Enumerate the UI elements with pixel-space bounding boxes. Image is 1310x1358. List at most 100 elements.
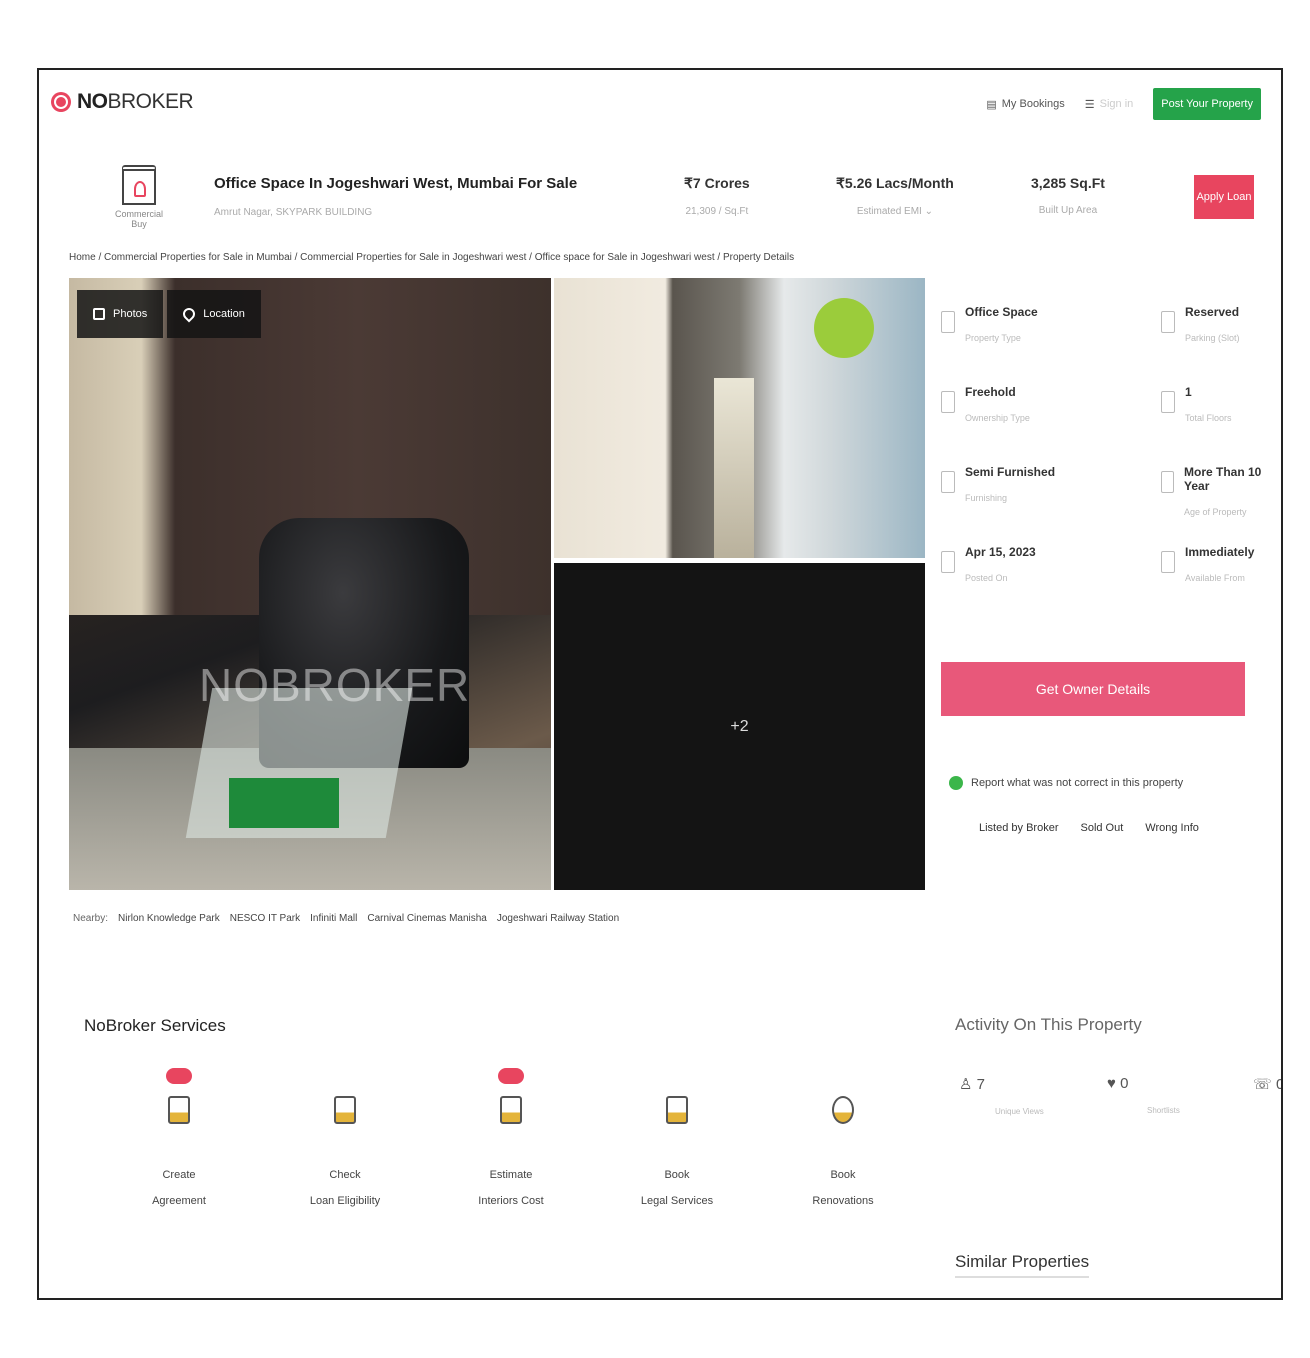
- activity-contacted: ☏ 0: [1253, 1075, 1281, 1093]
- bookings-icon: ▤: [986, 98, 997, 111]
- nearby-place[interactable]: NESCO IT Park: [230, 913, 300, 924]
- service-label-line1: Create: [162, 1169, 196, 1181]
- category-label: Commercial Buy: [114, 209, 163, 229]
- sign-in-link[interactable]: ☰ Sign in: [1085, 98, 1134, 111]
- detail-label: Total Floors: [1185, 413, 1232, 423]
- photos-button[interactable]: Photos: [77, 290, 164, 338]
- logo-icon: [51, 92, 71, 112]
- breadcrumb[interactable]: Home / Commercial Properties for Sale in…: [69, 252, 794, 263]
- location-button-label: Location: [203, 308, 245, 320]
- nearby-label: Nearby:: [73, 913, 109, 924]
- nobroker-logo[interactable]: NOBROKER: [51, 90, 194, 114]
- service-label-line2: Loan Eligibility: [309, 1195, 381, 1207]
- service-label-line2: Agreement: [152, 1195, 206, 1207]
- nearby-places: Nearby: Nirlon Knowledge Park NESCO IT P…: [73, 913, 619, 924]
- agreement-icon: [168, 1096, 190, 1124]
- service-label-line1: Book: [830, 1169, 856, 1181]
- activity-title: Activity On This Property: [955, 1015, 1142, 1034]
- gallery-buttons: Photos Location: [77, 290, 261, 338]
- detail-age: More Than 10 Year Age of Property: [1161, 465, 1281, 517]
- property-subtitle: Amrut Nagar, SKYPARK BUILDING: [214, 207, 373, 218]
- building-icon: [941, 311, 955, 333]
- service-create-agreement[interactable]: Create Agreement: [119, 1068, 239, 1214]
- apply-loan-button[interactable]: Apply Loan: [1194, 175, 1254, 219]
- price-value: ₹7 Crores: [684, 175, 750, 191]
- detail-value: Reserved: [1185, 305, 1240, 319]
- area-value: 3,285 Sq.Ft: [1031, 175, 1105, 191]
- my-bookings-link[interactable]: ▤ My Bookings: [986, 98, 1064, 111]
- report-link[interactable]: Report what was not correct in this prop…: [949, 776, 1183, 790]
- detail-label: Ownership Type: [965, 413, 1030, 423]
- logo-text-part2: BROKER: [107, 90, 194, 113]
- calendar-icon: [1161, 471, 1174, 493]
- emi-stat[interactable]: ₹5.26 Lacs/Month Estimated EMI ⌄: [836, 175, 954, 217]
- person-icon: ♙: [959, 1076, 973, 1093]
- renovation-icon: [832, 1096, 854, 1124]
- logo-text-part1: NO: [77, 90, 108, 113]
- price-label: 21,309 / Sq.Ft: [685, 206, 749, 217]
- report-option-wrong-info[interactable]: Wrong Info: [1145, 822, 1199, 834]
- detail-label: Posted On: [965, 573, 1008, 583]
- service-renovations[interactable]: Book Renovations: [783, 1068, 903, 1214]
- more-photos-tile[interactable]: +2: [554, 563, 925, 890]
- service-label-line2: Interiors Cost: [478, 1195, 544, 1207]
- area-stat: 3,285 Sq.Ft Built Up Area: [1031, 175, 1105, 216]
- nearby-place[interactable]: Nirlon Knowledge Park: [118, 913, 220, 924]
- report-options: Listed by Broker Sold Out Wrong Info: [979, 822, 1199, 834]
- nearby-place[interactable]: Infiniti Mall: [310, 913, 357, 924]
- service-label-line2: Renovations: [812, 1195, 874, 1207]
- service-check-loan[interactable]: Check Loan Eligibility: [285, 1068, 405, 1214]
- detail-value: Immediately: [1185, 545, 1255, 559]
- activity-stats: ♙ 7 Unique Views ♥ 0 Shortlists ☏ 0: [955, 1075, 1281, 1135]
- location-button[interactable]: Location: [167, 290, 261, 338]
- contact-icon: ☏: [1253, 1076, 1272, 1093]
- more-photos-count: +2: [730, 717, 749, 735]
- nearby-place[interactable]: Carnival Cinemas Manisha: [367, 913, 487, 924]
- get-owner-details-button[interactable]: Get Owner Details: [941, 662, 1245, 716]
- heart-icon: ♥: [1107, 1075, 1116, 1092]
- emi-label: Estimated EMI ⌄: [856, 206, 933, 217]
- detail-available-from: Immediately Available From: [1161, 545, 1254, 583]
- service-legal[interactable]: Book Legal Services: [617, 1068, 737, 1214]
- location-pin-icon: [180, 305, 198, 323]
- detail-value: Semi Furnished: [965, 465, 1056, 479]
- detail-label: Parking (Slot): [1185, 333, 1240, 343]
- activity-shortlists: ♥ 0 Shortlists: [1107, 1075, 1180, 1115]
- detail-label: Furnishing: [965, 493, 1008, 503]
- stairs-icon: [1161, 391, 1175, 413]
- detail-value: More Than 10 Year: [1184, 465, 1262, 493]
- new-badge-icon: [166, 1068, 192, 1084]
- report-option-sold-out[interactable]: Sold Out: [1080, 822, 1123, 834]
- detail-label: Property Type: [965, 333, 1021, 343]
- area-label: Built Up Area: [1038, 205, 1098, 216]
- key-icon: [941, 391, 955, 413]
- commercial-shop-icon: [122, 165, 156, 205]
- service-label-line1: Book: [664, 1169, 690, 1181]
- post-property-button[interactable]: Post Your Property: [1153, 88, 1261, 120]
- nearby-place[interactable]: Jogeshwari Railway Station: [497, 913, 619, 924]
- top-nav: ▤ My Bookings ☰ Sign in Post Your Proper…: [986, 88, 1261, 120]
- emi-value: ₹5.26 Lacs/Month: [836, 175, 954, 191]
- my-bookings-label: My Bookings: [1001, 98, 1065, 110]
- detail-ownership: Freehold Ownership Type: [941, 385, 1030, 423]
- detail-value: Freehold: [965, 385, 1016, 399]
- activity-views: ♙ 7 Unique Views: [959, 1075, 1044, 1116]
- service-estimate-interiors[interactable]: Estimate Interiors Cost: [451, 1068, 571, 1214]
- page-frame: NOBROKER ▤ My Bookings ☰ Sign in Post Yo…: [37, 68, 1283, 1300]
- sign-in-label: Sign in: [1099, 98, 1134, 110]
- service-label-line1: Check: [329, 1169, 361, 1181]
- main-photo[interactable]: NOBROKER Photos Location: [69, 278, 551, 890]
- detail-label: Available From: [1185, 573, 1245, 583]
- detail-posted-on: Apr 15, 2023 Posted On: [941, 545, 1036, 583]
- similar-properties-title: Similar Properties: [955, 1252, 1090, 1278]
- parking-icon: [1161, 311, 1175, 333]
- secondary-photo[interactable]: [554, 278, 925, 558]
- activity-label: Shortlists: [1147, 1106, 1180, 1115]
- detail-value: Office Space: [965, 305, 1038, 319]
- activity-label: Unique Views: [995, 1107, 1044, 1116]
- report-icon: [949, 776, 963, 790]
- menu-icon: ☰: [1084, 98, 1095, 111]
- services-list: Create Agreement Check Loan Eligibility Es…: [109, 1068, 899, 1218]
- clock-icon: [1161, 551, 1175, 573]
- report-option-broker[interactable]: Listed by Broker: [979, 822, 1058, 834]
